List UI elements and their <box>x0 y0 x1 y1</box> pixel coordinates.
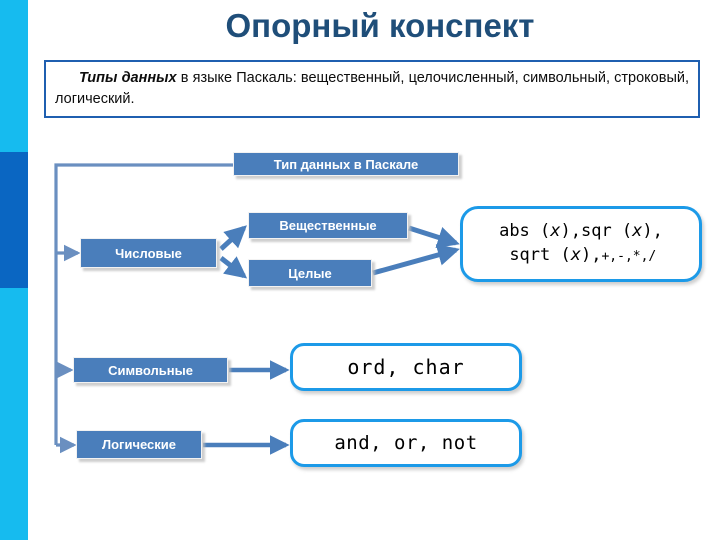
node-real[interactable]: Вещественные <box>248 212 408 239</box>
definition-box: Типы данных в языке Паскаль: вещественны… <box>44 60 700 118</box>
node-root-data-type[interactable]: Тип данных в Паскале <box>233 152 459 176</box>
real-to-arith-arrow <box>408 225 460 249</box>
arith-line-2: sqrt (x),+,-,*,/ <box>499 243 663 269</box>
definition-text: Типы данных в языке Паскаль: вещественны… <box>55 68 689 110</box>
arith-l2-var-x: x <box>570 245 581 265</box>
numeric-to-real-arrow <box>219 225 247 251</box>
arith-l1-var-x2: x <box>632 221 643 241</box>
node-character[interactable]: Символьные <box>73 357 228 383</box>
arith-l2-pre: sqrt ( <box>499 245 571 265</box>
node-numeric[interactable]: Числовые <box>80 238 217 268</box>
node-integer[interactable]: Целые <box>248 259 372 287</box>
arith-operators: +,-,*,/ <box>601 249 657 264</box>
integer-to-arith-arrow <box>372 244 460 276</box>
definition-lead: Типы данных <box>79 70 177 86</box>
trunk-connector <box>54 163 233 454</box>
arith-l1-mid: ),sqr ( <box>560 221 633 241</box>
arith-l1-end: ), <box>642 221 663 241</box>
callout-arithmetic-code: abs (x),sqr (x), sqrt (x),+,-,*,/ <box>499 219 663 269</box>
node-logical[interactable]: Логические <box>76 430 202 459</box>
slide-canvas: Опорный конспект Типы данных в языке Пас… <box>0 0 720 540</box>
left-stripe-gap <box>28 0 33 540</box>
arith-l1-var-x: x <box>550 221 561 241</box>
callout-arithmetic-functions[interactable]: abs (x),sqr (x), sqrt (x),+,-,*,/ <box>460 206 702 282</box>
page-title: Опорный конспект <box>225 7 535 44</box>
numeric-to-integer-arrow <box>219 256 248 279</box>
arith-line-1: abs (x),sqr (x), <box>499 219 663 243</box>
callout-logical-operators[interactable]: and, or, not <box>290 419 522 467</box>
arith-l2-end: ), <box>580 245 602 265</box>
arith-l1-pre: abs ( <box>499 221 551 241</box>
callout-ordinal-functions[interactable]: ord, char <box>290 343 522 391</box>
